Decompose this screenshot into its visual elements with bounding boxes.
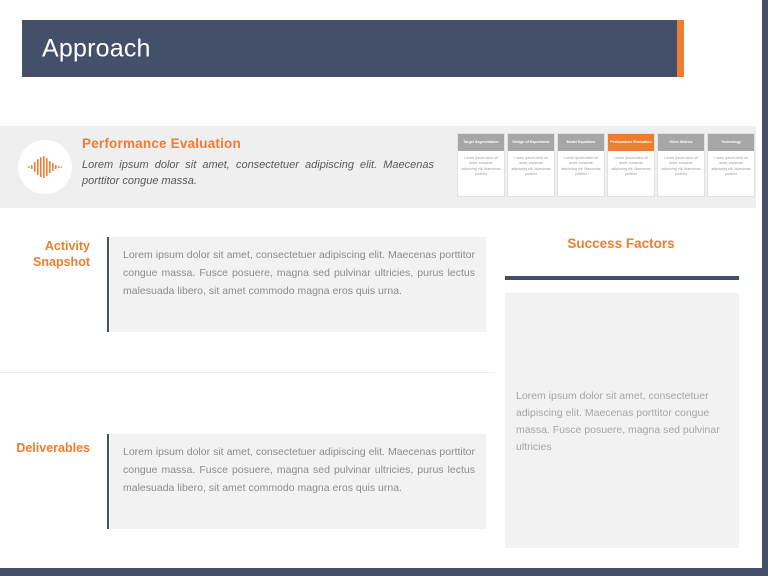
stage-card-label: Technology: [708, 134, 754, 151]
deliverables-accent-bar: [107, 434, 109, 529]
success-factors-text: Lorem ipsum dolor sit amet, consectetuer…: [516, 390, 720, 453]
audio-waveform-icon: [18, 140, 72, 194]
banner-body-text: Lorem ipsum dolor sit amet, consectetuer…: [82, 159, 434, 187]
stage-card-label: Target Segmentation: [458, 134, 504, 151]
slide-title-bar: Approach: [22, 20, 677, 77]
stage-card[interactable]: Technology Lorem ipsum dolor sit amet, c…: [707, 133, 755, 197]
stage-card-label: Model Equations: [558, 134, 604, 151]
success-factors-title: Success Factors: [567, 236, 675, 251]
stage-card-label: Other Metrics: [658, 134, 704, 151]
stage-card-label: Performance Evaluation: [608, 134, 654, 151]
deliverables-text: Lorem ipsum dolor sit amet, consectetuer…: [123, 446, 475, 494]
bottom-frame-strip: [0, 568, 768, 576]
right-frame-strip: [762, 0, 768, 576]
stage-card-body: Lorem ipsum dolor sit amet, consecte adi…: [561, 156, 601, 177]
stage-card-body: Lorem ipsum dolor sit amet, consecte adi…: [661, 156, 701, 177]
success-factors-rule: [505, 276, 739, 280]
stage-card[interactable]: Other Metrics Lorem ipsum dolor sit amet…: [657, 133, 705, 197]
stage-card-body: Lorem ipsum dolor sit amet, consecte adi…: [511, 156, 551, 177]
stage-card-active[interactable]: Performance Evaluation Lorem ipsum dolor…: [607, 133, 655, 197]
stage-card-label: Design of Experiment: [508, 134, 554, 151]
activity-snapshot-text: Lorem ipsum dolor sit amet, consectetuer…: [123, 249, 475, 297]
stage-card-body: Lorem ipsum dolor sit amet, consecte adi…: [611, 156, 651, 177]
title-accent-bar: [677, 20, 684, 77]
stage-card[interactable]: Model Equations Lorem ipsum dolor sit am…: [557, 133, 605, 197]
activity-snapshot-label: Activity Snapshot: [33, 239, 90, 269]
stage-card-body: Lorem ipsum dolor sit amet, consecte adi…: [711, 156, 751, 177]
page-title: Approach: [42, 34, 151, 62]
deliverables-label: Deliverables: [16, 441, 90, 455]
banner-heading: Performance Evaluation: [82, 136, 241, 151]
stage-card[interactable]: Target Segmentation Lorem ipsum dolor si…: [457, 133, 505, 197]
slide-canvas: Approach Performance Evaluation Lorem ip…: [0, 0, 768, 576]
stage-card[interactable]: Design of Experiment Lorem ipsum dolor s…: [507, 133, 555, 197]
stage-cards-strip: Target Segmentation Lorem ipsum dolor si…: [457, 133, 755, 197]
stage-card-body: Lorem ipsum dolor sit amet, consecte adi…: [461, 156, 501, 177]
section-divider: [0, 372, 495, 373]
activity-snapshot-accent-bar: [107, 237, 109, 332]
